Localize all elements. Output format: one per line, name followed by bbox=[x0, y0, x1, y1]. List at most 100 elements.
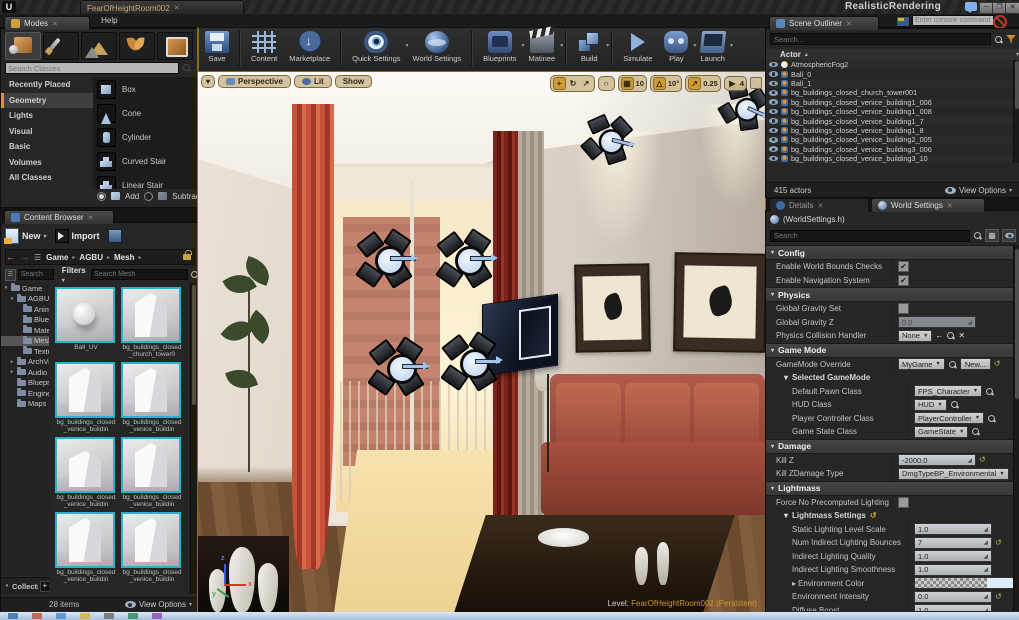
tree-expander-icon[interactable]: ▸ bbox=[9, 369, 15, 375]
subtract-radio[interactable] bbox=[144, 192, 153, 201]
tab-close-icon[interactable]: ✕ bbox=[174, 4, 180, 12]
show-flags-button[interactable]: Show bbox=[335, 75, 372, 88]
taskbar-app-icon[interactable] bbox=[8, 613, 18, 619]
play-button[interactable]: Play▾ bbox=[658, 30, 694, 64]
category-lights[interactable]: Lights bbox=[1, 108, 93, 124]
tree-item-blueprints[interactable]: Blueprints bbox=[1, 315, 49, 326]
section-header-game-mode[interactable]: ▾Game Mode bbox=[766, 343, 1013, 358]
matinee-button[interactable]: Matinee▾ bbox=[523, 30, 562, 64]
modes-tab-close-icon[interactable]: ✕ bbox=[52, 20, 58, 28]
tree-item-blueprints[interactable]: Blueprints bbox=[1, 378, 49, 389]
browse-icon[interactable] bbox=[971, 427, 980, 436]
visibility-eye-icon[interactable] bbox=[769, 99, 778, 105]
section-header-lightmass[interactable]: ▾Lightmass bbox=[766, 481, 1013, 496]
world-settings-tab-close-icon[interactable]: ✕ bbox=[947, 202, 953, 210]
reset-to-default-icon[interactable]: ↺ bbox=[994, 360, 1001, 368]
marketplace-button[interactable]: Marketplace bbox=[283, 30, 336, 64]
back-arrow-icon[interactable]: ← bbox=[6, 252, 15, 262]
visibility-eye-icon[interactable] bbox=[769, 137, 778, 143]
add-radio[interactable] bbox=[97, 192, 106, 201]
browse-icon[interactable] bbox=[948, 360, 957, 369]
display-options-button[interactable] bbox=[1002, 229, 1016, 242]
actor-row[interactable]: bg_buildings_closed_venice_building1_008 bbox=[766, 107, 1013, 116]
foliage-mode-button[interactable] bbox=[119, 32, 155, 60]
spinner-icon[interactable]: ◢ bbox=[983, 553, 988, 560]
launch-button[interactable]: Launch▾ bbox=[694, 30, 731, 64]
rotate-tool-icon[interactable]: ↻ bbox=[568, 78, 579, 89]
spinner-icon[interactable]: ◢ bbox=[983, 566, 988, 573]
close-button[interactable]: ✕ bbox=[1005, 2, 1019, 14]
world-settings-tab[interactable]: World Settings ✕ bbox=[871, 198, 985, 212]
color-swatch[interactable] bbox=[914, 577, 1013, 589]
section-header-physics[interactable]: ▾Physics bbox=[766, 287, 1013, 302]
path-tree-icon[interactable]: ☰ bbox=[34, 253, 41, 262]
grid-snap-control[interactable]: ▦ 10 bbox=[618, 75, 647, 92]
content-button[interactable]: Content bbox=[245, 30, 283, 64]
asset-tile[interactable]: bg_buildings_closed_venice_buildin bbox=[55, 512, 117, 583]
placement-item-cylinder[interactable]: Cylinder bbox=[93, 125, 198, 149]
spinner-icon[interactable]: ◢ bbox=[983, 539, 988, 546]
lock-icon[interactable] bbox=[183, 254, 191, 260]
save-button[interactable]: Save bbox=[199, 30, 235, 64]
console-command-input[interactable] bbox=[912, 15, 994, 26]
spotlight-sprite[interactable] bbox=[362, 234, 416, 284]
import-button[interactable]: Import bbox=[55, 229, 100, 243]
taskbar-app-icon[interactable] bbox=[80, 613, 90, 619]
world-settings-button[interactable]: World Settings bbox=[407, 30, 468, 64]
reset-to-default-icon[interactable]: ↺ bbox=[995, 539, 1002, 547]
spinner-icon[interactable]: ◢ bbox=[967, 457, 972, 464]
actor-row[interactable]: bg_buildings_closed_venice_building2_005 bbox=[766, 135, 1013, 144]
placement-item-linear-stair[interactable]: Linear Stair bbox=[93, 173, 198, 189]
maximize-viewport-button[interactable] bbox=[750, 77, 762, 89]
dropdown[interactable]: PlayerController▼ bbox=[914, 412, 984, 424]
actor-row[interactable]: bg_buildings_closed_venice_building1_006 bbox=[766, 98, 1013, 107]
details-tab[interactable]: Details ✕ bbox=[769, 198, 869, 212]
outliner-scrollbar[interactable] bbox=[1013, 60, 1019, 163]
menu-help[interactable]: Help bbox=[101, 16, 117, 25]
chevron-down-icon[interactable]: ▾ bbox=[730, 42, 733, 49]
tree-item-game[interactable]: ▾Game bbox=[1, 283, 49, 294]
viewport-scene[interactable] bbox=[198, 72, 765, 612]
clear-icon[interactable]: ✕ bbox=[958, 332, 965, 340]
subsection-selected-gamemode[interactable]: ▾Selected GameMode bbox=[766, 371, 1013, 385]
sources-toggle-icon[interactable]: ☰ bbox=[5, 269, 16, 281]
reset-to-default-icon[interactable]: ↺ bbox=[870, 512, 877, 520]
tree-item-textures[interactable]: Textures bbox=[1, 346, 49, 357]
settings-scrollbar[interactable] bbox=[1013, 245, 1019, 611]
section-header-config[interactable]: ▾Config bbox=[766, 245, 1013, 260]
scale-tool-icon[interactable]: ↗ bbox=[581, 78, 592, 89]
tree-item-audio[interactable]: ▸Audio bbox=[1, 367, 49, 378]
filters-button[interactable]: Filters ▾ bbox=[62, 266, 87, 284]
asset-grid-scrollbar[interactable] bbox=[190, 283, 197, 593]
dropdown[interactable]: None▼ bbox=[898, 330, 932, 342]
checkbox[interactable]: ✔ bbox=[898, 275, 909, 286]
value-field[interactable]: 1.0◢ bbox=[914, 523, 992, 535]
spinner-icon[interactable]: ◢ bbox=[983, 593, 988, 600]
category-basic[interactable]: Basic bbox=[1, 139, 93, 155]
actor-row[interactable]: Ball_0 bbox=[766, 69, 1013, 78]
asset-tile[interactable]: bg_buildings_closed_church_tower0 bbox=[121, 287, 183, 358]
tree-item-mesh[interactable]: Mesh bbox=[1, 336, 49, 347]
lit-mode-button[interactable]: Lit bbox=[294, 75, 332, 88]
scene-outliner-tab[interactable]: Scene Outliner ✕ bbox=[769, 16, 879, 30]
tree-item-archvis[interactable]: ▸ArchVis bbox=[1, 357, 49, 368]
tree-expander-icon[interactable]: ▸ bbox=[9, 359, 15, 365]
visibility-eye-icon[interactable] bbox=[769, 118, 778, 124]
outliner-filter-icon[interactable] bbox=[1006, 35, 1016, 44]
checkbox[interactable]: ✔ bbox=[898, 261, 909, 272]
move-tool-icon[interactable]: + bbox=[553, 77, 566, 90]
taskbar-app-icon[interactable] bbox=[152, 613, 162, 619]
asset-tile[interactable]: Ball_UV bbox=[55, 287, 117, 358]
view-options-button[interactable]: View Options ▾ bbox=[125, 600, 192, 609]
sources-search-input[interactable] bbox=[18, 269, 54, 280]
asset-tile[interactable]: bg_buildings_closed_venice_buildin bbox=[121, 362, 183, 433]
no-notifications-icon[interactable] bbox=[993, 15, 1007, 29]
settings-search-input[interactable] bbox=[770, 230, 970, 242]
visibility-eye-icon[interactable] bbox=[769, 81, 778, 87]
checkbox[interactable] bbox=[898, 497, 909, 508]
breadcrumb-mesh[interactable]: Mesh bbox=[114, 253, 134, 262]
spinner-icon[interactable]: ◢ bbox=[983, 526, 988, 533]
visibility-eye-icon[interactable] bbox=[769, 128, 778, 134]
actor-row[interactable]: bg_buildings_closed_venice_building3_006 bbox=[766, 145, 1013, 154]
asset-tile[interactable]: bg_buildings_closed_venice_buildin bbox=[55, 362, 117, 433]
